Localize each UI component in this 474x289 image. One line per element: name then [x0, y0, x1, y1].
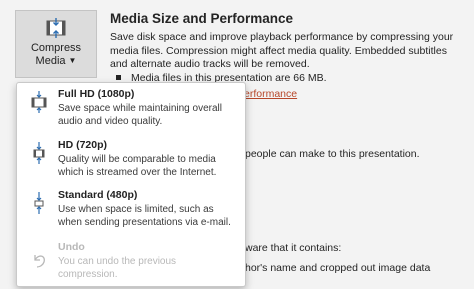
menu-item-description: You can undo the previous compression. [58, 256, 177, 280]
full-hd-compress-icon [31, 91, 47, 113]
menu-item-description: Quality will be comparable to media whic… [58, 154, 217, 178]
menu-item-undo: Undo You can undo the previous compressi… [17, 241, 243, 281]
menu-item-title: HD (720p) [58, 139, 108, 151]
menu-item-standard[interactable]: Standard (480p) Use when space is limite… [17, 189, 243, 233]
menu-item-full-hd[interactable]: Full HD (1080p) Save space while maintai… [17, 88, 243, 132]
menu-item-description: Save space while maintaining overall aud… [58, 103, 222, 127]
menu-item-title: Standard (480p) [58, 189, 138, 201]
performance-link[interactable]: erformance [244, 88, 297, 100]
inspect-text-fragment: people can make to this presentation. [245, 148, 420, 160]
hd-compress-icon [33, 142, 45, 164]
menu-item-title: Full HD (1080p) [58, 88, 135, 100]
compress-label-text: Media [35, 55, 66, 67]
chevron-down-icon: ▼ [68, 56, 77, 65]
compress-label-line2: Media ▼ [16, 55, 96, 68]
inspect-author-fragment: hor's name and cropped out image data [245, 262, 431, 274]
page-title: Media Size and Performance [110, 11, 294, 26]
menu-item-title: Undo [58, 241, 85, 253]
performance-link-text[interactable]: erformance [244, 88, 297, 100]
menu-item-hd[interactable]: HD (720p) Quality will be comparable to … [17, 139, 243, 183]
compress-media-menu: Full HD (1080p) Save space while maintai… [16, 82, 246, 287]
compress-media-icon [46, 18, 66, 38]
standard-compress-icon [34, 192, 44, 214]
section-description: Save disk space and improve playback per… [110, 31, 454, 70]
menu-item-description: Use when space is limited, such as when … [58, 204, 231, 228]
undo-icon [34, 255, 45, 268]
inspect-aware-fragment: ware that it contains: [245, 242, 342, 254]
compress-label-line1: Compress [30, 42, 82, 54]
compress-media-button[interactable]: Compress Media ▼ [15, 10, 97, 78]
bullet-marker [116, 75, 121, 80]
